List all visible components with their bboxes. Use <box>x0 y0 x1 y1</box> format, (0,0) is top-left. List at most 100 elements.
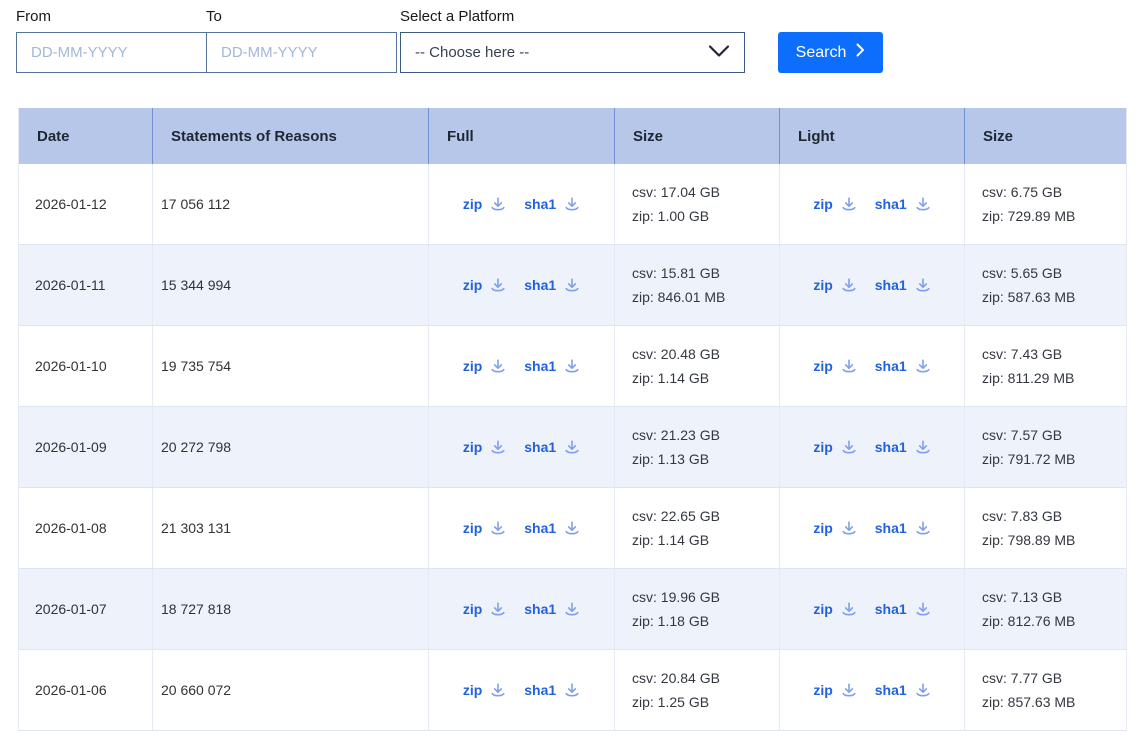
light-zip-link[interactable]: zip <box>813 601 856 617</box>
download-icon <box>915 682 931 698</box>
sha1-link-label: sha1 <box>875 439 907 455</box>
full-zip-link[interactable]: zip <box>463 196 506 212</box>
download-icon <box>490 682 506 698</box>
statements-count-cell: 21 303 131 <box>152 488 428 568</box>
search-button[interactable]: Search <box>778 32 883 73</box>
light-sha1-link[interactable]: sha1 <box>875 196 931 212</box>
light-zip-link[interactable]: zip <box>813 439 856 455</box>
full-downloads-cell: zip sha1 <box>428 488 614 568</box>
date-cell: 2026-01-06 <box>19 650 152 730</box>
sha1-link-label: sha1 <box>524 196 556 212</box>
statements-count-cell: 15 344 994 <box>152 245 428 325</box>
full-size-cell: csv: 22.65 GB zip: 1.14 GB <box>614 488 779 568</box>
sha1-link-label: sha1 <box>524 277 556 293</box>
date-cell: 2026-01-08 <box>19 488 152 568</box>
date-value: 2026-01-06 <box>35 682 107 698</box>
light-size-cell: csv: 7.77 GB zip: 857.63 MB <box>964 650 1126 730</box>
light-csv-size: csv: 7.83 GB <box>982 506 1062 526</box>
zip-link-label: zip <box>813 601 832 617</box>
full-sha1-link[interactable]: sha1 <box>524 358 580 374</box>
from-field-group: From <box>16 8 207 73</box>
statements-count-value: 20 272 798 <box>161 439 231 455</box>
full-zip-link[interactable]: zip <box>463 601 506 617</box>
to-date-input[interactable] <box>206 32 397 73</box>
to-field-group: To <box>206 8 397 73</box>
light-sha1-link[interactable]: sha1 <box>875 601 931 617</box>
light-zip-link[interactable]: zip <box>813 520 856 536</box>
full-sha1-link[interactable]: sha1 <box>524 277 580 293</box>
col-header-full: Full <box>428 108 614 164</box>
sha1-link-label: sha1 <box>524 682 556 698</box>
light-size-cell: csv: 7.43 GB zip: 811.29 MB <box>964 326 1126 406</box>
col-header-light: Light <box>779 108 964 164</box>
download-icon <box>490 601 506 617</box>
light-sha1-link[interactable]: sha1 <box>875 520 931 536</box>
table-header: Date Statements of Reasons Full Size Lig… <box>19 108 1126 164</box>
download-icon <box>564 358 580 374</box>
download-icon <box>490 277 506 293</box>
download-icon <box>915 196 931 212</box>
full-csv-size: csv: 22.65 GB <box>632 506 720 526</box>
sha1-link-label: sha1 <box>875 682 907 698</box>
date-cell: 2026-01-07 <box>19 569 152 649</box>
filter-form: From To Select a Platform -- Choose here… <box>16 8 883 73</box>
full-sha1-link[interactable]: sha1 <box>524 196 580 212</box>
light-zip-link[interactable]: zip <box>813 277 856 293</box>
table-row: 2026-01-07 18 727 818 zip sha1 <box>19 569 1126 650</box>
download-icon <box>841 196 857 212</box>
light-zip-link[interactable]: zip <box>813 682 856 698</box>
from-date-input[interactable] <box>16 32 207 73</box>
full-sha1-link[interactable]: sha1 <box>524 601 580 617</box>
full-zip-link[interactable]: zip <box>463 358 506 374</box>
download-icon <box>915 277 931 293</box>
col-header-light-size: Size <box>964 108 1126 164</box>
statements-count-cell: 19 735 754 <box>152 326 428 406</box>
full-sha1-link[interactable]: sha1 <box>524 439 580 455</box>
full-zip-link[interactable]: zip <box>463 439 506 455</box>
platform-select[interactable]: -- Choose here -- <box>400 32 745 73</box>
light-zip-size: zip: 798.89 MB <box>982 530 1075 550</box>
platform-select-value: -- Choose here -- <box>415 44 529 61</box>
sha1-link-label: sha1 <box>875 196 907 212</box>
sha1-link-label: sha1 <box>524 520 556 536</box>
download-icon <box>564 601 580 617</box>
zip-link-label: zip <box>463 682 482 698</box>
light-sha1-link[interactable]: sha1 <box>875 277 931 293</box>
light-sha1-link[interactable]: sha1 <box>875 358 931 374</box>
light-size-cell: csv: 7.57 GB zip: 791.72 MB <box>964 407 1126 487</box>
light-csv-size: csv: 7.13 GB <box>982 587 1062 607</box>
statements-count-value: 18 727 818 <box>161 601 231 617</box>
full-sha1-link[interactable]: sha1 <box>524 682 580 698</box>
light-size-cell: csv: 5.65 GB zip: 587.63 MB <box>964 245 1126 325</box>
to-label: To <box>206 8 397 25</box>
zip-link-label: zip <box>813 358 832 374</box>
download-icon <box>490 196 506 212</box>
full-zip-link[interactable]: zip <box>463 520 506 536</box>
full-zip-link[interactable]: zip <box>463 682 506 698</box>
table-body: 2026-01-12 17 056 112 zip sha1 <box>19 164 1126 731</box>
col-header-statements: Statements of Reasons <box>152 108 428 164</box>
full-downloads-cell: zip sha1 <box>428 326 614 406</box>
zip-link-label: zip <box>813 277 832 293</box>
sha1-link-label: sha1 <box>875 520 907 536</box>
download-icon <box>564 682 580 698</box>
full-size-cell: csv: 20.84 GB zip: 1.25 GB <box>614 650 779 730</box>
statements-count-value: 19 735 754 <box>161 358 231 374</box>
full-csv-size: csv: 21.23 GB <box>632 425 720 445</box>
full-sha1-link[interactable]: sha1 <box>524 520 580 536</box>
zip-link-label: zip <box>813 682 832 698</box>
light-csv-size: csv: 5.65 GB <box>982 263 1062 283</box>
statements-count-value: 17 056 112 <box>161 196 230 212</box>
full-zip-link[interactable]: zip <box>463 277 506 293</box>
light-zip-link[interactable]: zip <box>813 358 856 374</box>
full-size-cell: csv: 21.23 GB zip: 1.13 GB <box>614 407 779 487</box>
zip-link-label: zip <box>463 196 482 212</box>
light-zip-link[interactable]: zip <box>813 196 856 212</box>
full-zip-size: zip: 1.14 GB <box>632 368 709 388</box>
zip-link-label: zip <box>463 601 482 617</box>
full-csv-size: csv: 20.84 GB <box>632 668 720 688</box>
col-header-full-size: Size <box>614 108 779 164</box>
light-sha1-link[interactable]: sha1 <box>875 682 931 698</box>
full-downloads-cell: zip sha1 <box>428 164 614 244</box>
light-sha1-link[interactable]: sha1 <box>875 439 931 455</box>
